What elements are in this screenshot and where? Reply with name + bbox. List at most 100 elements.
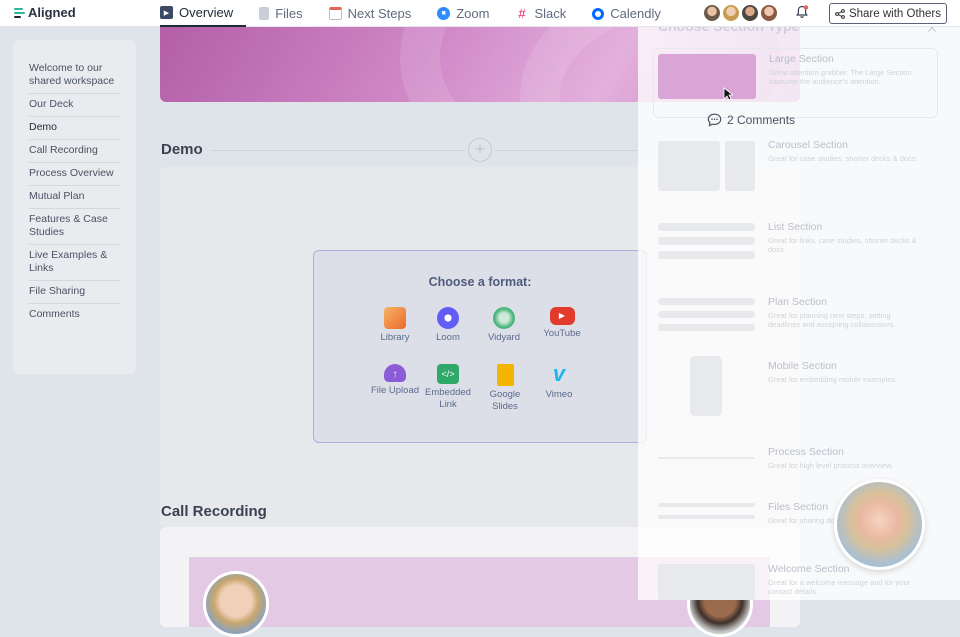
sidebar-item-features[interactable]: Features & Case Studies <box>29 209 121 245</box>
format-option-google-slides[interactable]: Google Slides <box>478 364 532 413</box>
sidebar-item-mutual-plan[interactable]: Mutual Plan <box>29 186 121 209</box>
format-option-youtube[interactable]: ▶ YouTube <box>535 307 589 340</box>
avatar <box>722 4 740 22</box>
section-option-process[interactable]: Process Section Great for high level pro… <box>653 442 938 482</box>
vimeo-icon: v <box>552 361 566 386</box>
workspace-content: Welcome to our shared workspace Our Deck… <box>0 18 960 637</box>
tab-zoom[interactable]: ■ Zoom <box>437 0 502 27</box>
comments-button[interactable]: 2 Comments <box>707 113 795 127</box>
share-button[interactable]: Share with Others <box>829 3 947 24</box>
list-preview <box>658 251 755 259</box>
cloud-upload-icon: ↑ <box>384 364 406 382</box>
sidebar-item-file-sharing[interactable]: File Sharing <box>29 281 121 304</box>
tab-files[interactable]: Files <box>259 0 315 27</box>
section-option-list[interactable]: List Section Great for links, case studi… <box>653 217 938 267</box>
share-label: Share with Others <box>848 7 942 20</box>
section-option-plan[interactable]: Plan Section Great for planning next ste… <box>653 292 938 342</box>
option-name: Process Section <box>768 446 844 458</box>
format-option-loom[interactable]: Loom <box>421 307 475 344</box>
tab-overview[interactable]: ▶ Overview <box>160 0 247 27</box>
calendar-icon <box>328 7 342 20</box>
section-option-large[interactable]: Large Section Great attention grabber. T… <box>653 48 938 118</box>
plan-preview <box>658 298 755 305</box>
file-icon <box>259 7 270 20</box>
option-name: Carousel Section <box>768 139 848 151</box>
files-preview <box>658 503 755 507</box>
option-description: Great for planning next steps, setting d… <box>768 311 896 329</box>
tab-label: Calendly <box>610 6 661 21</box>
logo[interactable]: Aligned <box>14 5 76 20</box>
tab-calendly[interactable]: Calendly <box>592 0 674 27</box>
plan-preview <box>658 311 755 318</box>
avatar <box>760 4 778 22</box>
format-label: Google Slides <box>489 389 521 412</box>
section-divider <box>210 150 465 151</box>
format-label: Embedded Link <box>425 387 471 410</box>
slack-icon: # <box>518 6 526 21</box>
sidebar-item-demo[interactable]: Demo <box>29 117 121 140</box>
calendly-icon <box>592 7 605 20</box>
zoom-icon: ■ <box>437 7 451 20</box>
format-option-embedded-link[interactable]: </> Embedded Link <box>421 364 475 411</box>
top-bar: Aligned ▶ Overview Files Next Steps ■ Zo… <box>0 0 960 27</box>
mouse-cursor-icon <box>723 87 733 101</box>
comments-label: 2 Comments <box>727 113 796 127</box>
option-description: Great for embedding mobile examples. <box>768 375 898 384</box>
format-picker: Choose a format: Library Loom Vidyard ▶ … <box>313 250 647 443</box>
logo-mark-icon <box>14 8 25 18</box>
format-label: Library <box>380 332 410 343</box>
format-option-vidyard[interactable]: Vidyard <box>477 307 531 344</box>
play-icon: ▶ <box>160 6 173 19</box>
sidebar-item-welcome[interactable]: Welcome to our shared workspace <box>29 58 121 94</box>
library-icon <box>384 307 406 329</box>
section-option-carousel[interactable]: Carousel Section Great for case studies,… <box>653 135 938 195</box>
participant-photo <box>203 571 269 637</box>
format-option-library[interactable]: Library <box>368 307 422 344</box>
option-description: Great attention grabber. The Large Secti… <box>769 68 912 86</box>
section-divider <box>495 150 638 151</box>
files-preview <box>658 515 755 519</box>
option-name: List Section <box>768 221 823 233</box>
call-recording-section-title: Call Recording <box>161 503 267 520</box>
vidyard-icon <box>493 307 515 329</box>
carousel-preview <box>725 141 755 191</box>
youtube-icon: ▶ <box>549 307 575 325</box>
option-name: Plan Section <box>768 296 827 308</box>
format-option-vimeo[interactable]: v Vimeo <box>532 361 586 401</box>
welcome-preview <box>658 564 755 600</box>
sidebar-item-our-deck[interactable]: Our Deck <box>29 94 121 117</box>
section-option-mobile[interactable]: Mobile Section Great for embedding mobil… <box>653 356 938 426</box>
bell-icon[interactable] <box>795 5 809 19</box>
collaborator-avatars[interactable] <box>703 4 779 22</box>
format-option-file-upload[interactable]: ↑ File Upload <box>368 364 422 397</box>
option-name: Large Section <box>769 53 834 65</box>
sidebar-item-live-examples[interactable]: Live Examples & Links <box>29 245 121 281</box>
comment-icon <box>707 113 722 127</box>
share-icon <box>835 8 845 19</box>
option-name: Mobile Section <box>768 360 837 372</box>
option-description: Great for high level process overview. <box>768 461 894 470</box>
option-name: Files Section <box>768 501 829 513</box>
plan-preview <box>658 324 755 331</box>
tab-next-steps[interactable]: Next Steps <box>328 0 425 27</box>
section-nav: Welcome to our shared workspace Our Deck… <box>13 40 136 374</box>
sidebar-item-call-recording[interactable]: Call Recording <box>29 140 121 163</box>
format-label: YouTube <box>543 328 581 339</box>
format-label: Vidyard <box>487 332 521 343</box>
option-description: Great for links, case studies, shorter d… <box>768 236 917 254</box>
add-section-button[interactable]: + <box>468 138 492 162</box>
code-icon: </> <box>437 364 459 384</box>
sidebar-item-process-overview[interactable]: Process Overview <box>29 163 121 186</box>
loom-icon <box>437 307 459 329</box>
tab-slack[interactable]: # Slack <box>515 0 579 27</box>
option-description: Great for case studies, shorter decks & … <box>768 154 918 163</box>
tab-bar: ▶ Overview Files Next Steps ■ Zoom # Sla… <box>160 0 687 27</box>
process-preview <box>658 457 755 459</box>
mobile-preview <box>690 356 722 416</box>
option-name: Welcome Section <box>768 563 850 575</box>
sidebar-item-comments[interactable]: Comments <box>29 304 121 326</box>
presenter-video-bubble[interactable] <box>834 479 925 570</box>
list-preview <box>658 223 755 231</box>
slides-icon <box>496 364 514 386</box>
format-label: File Upload <box>370 385 420 396</box>
